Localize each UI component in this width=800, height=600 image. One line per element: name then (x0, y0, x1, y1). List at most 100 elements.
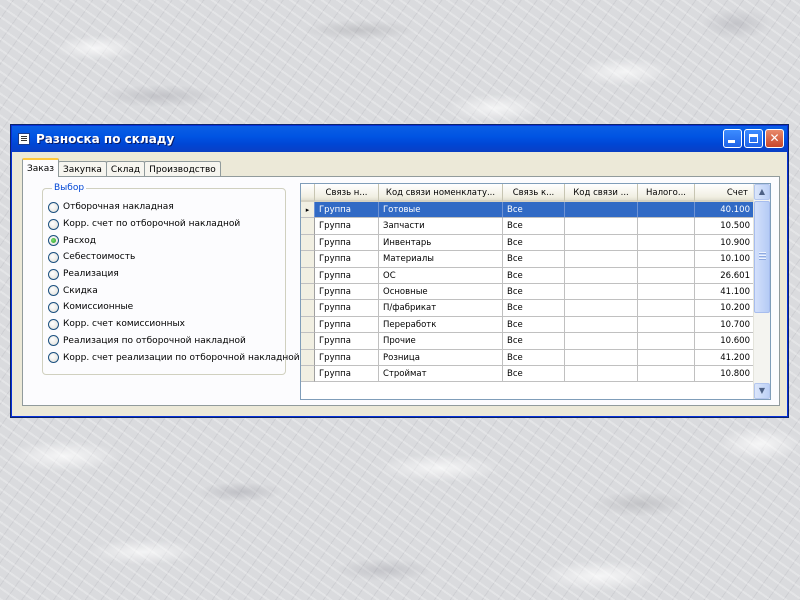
row-header[interactable] (301, 365, 315, 383)
table-cell[interactable] (638, 316, 695, 334)
scrollbar-thumb[interactable] (754, 201, 770, 313)
table-cell[interactable] (638, 234, 695, 252)
tab-order[interactable]: Заказ (22, 158, 60, 177)
scroll-up-button[interactable]: ▲ (754, 184, 770, 200)
table-cell[interactable]: Розница (379, 349, 503, 366)
row-header[interactable] (301, 234, 315, 252)
column-header[interactable]: Код связи ... (565, 184, 638, 202)
radio-button[interactable] (48, 335, 59, 347)
table-row[interactable]: Группа Розница Все 41.200 (301, 349, 755, 366)
table-cell[interactable]: Группа (315, 300, 379, 317)
table-row[interactable]: Группа Прочие Все 10.600 (301, 333, 755, 350)
table-cell[interactable] (565, 333, 638, 350)
table-cell[interactable]: 10.700 (695, 316, 755, 334)
table-cell[interactable] (565, 349, 638, 366)
table-cell[interactable] (565, 218, 638, 235)
column-header[interactable]: Код связи номенклату... (379, 184, 503, 202)
maximize-button[interactable] (744, 129, 763, 148)
table-cell[interactable]: Готовые (379, 202, 503, 219)
radio-button[interactable] (48, 201, 59, 213)
table-cell[interactable]: П/фабрикат (379, 300, 503, 317)
table-cell[interactable] (565, 202, 638, 219)
radio-button[interactable] (48, 301, 59, 313)
table-cell[interactable]: 26.601 (695, 267, 755, 284)
table-cell[interactable]: 10.100 (695, 251, 755, 268)
table-row[interactable]: Группа Строймат Все 10.800 (301, 365, 755, 383)
table-cell[interactable]: Инвентарь (379, 234, 503, 252)
row-header[interactable] (301, 251, 315, 268)
table-cell[interactable] (565, 300, 638, 317)
table-cell[interactable]: Группа (315, 234, 379, 252)
table-cell[interactable]: Все (503, 283, 565, 301)
radio-button[interactable] (48, 285, 59, 297)
table-cell[interactable]: Группа (315, 333, 379, 350)
table-cell[interactable]: Основные (379, 283, 503, 301)
scroll-down-button[interactable]: ▼ (754, 383, 770, 399)
app-icon[interactable] (18, 133, 30, 145)
radio-button[interactable] (48, 318, 59, 330)
table-cell[interactable]: 10.200 (695, 300, 755, 317)
table-cell[interactable]: 41.200 (695, 349, 755, 366)
table-cell[interactable]: Все (503, 300, 565, 317)
radio-option[interactable]: Комиссионные (48, 299, 300, 316)
table-cell[interactable]: Группа (315, 365, 379, 383)
table-cell[interactable]: Строймат (379, 365, 503, 383)
title-bar[interactable]: Разноска по складу ✕ (12, 126, 787, 152)
radio-option[interactable]: Корр. счет комиссионных (48, 316, 300, 333)
radio-option[interactable]: Реализация (48, 266, 300, 283)
vertical-scrollbar[interactable]: ▲ ▼ (753, 184, 770, 399)
table-cell[interactable]: Все (503, 365, 565, 383)
table-cell[interactable]: Все (503, 251, 565, 268)
table-cell[interactable] (565, 267, 638, 284)
table-cell[interactable]: Группа (315, 251, 379, 268)
table-cell[interactable]: 40.100 (695, 202, 755, 219)
radio-option[interactable]: Корр. счет реализации по отборочной накл… (48, 349, 300, 366)
table-row[interactable]: Группа Материалы Все 10.100 (301, 251, 755, 268)
row-header[interactable]: ▸ (301, 202, 315, 219)
table-row[interactable]: Группа Основные Все 41.100 (301, 283, 755, 301)
radio-button[interactable] (48, 251, 59, 263)
column-header[interactable]: Связь к... (503, 184, 565, 202)
table-cell[interactable]: Группа (315, 267, 379, 284)
table-cell[interactable]: Прочие (379, 333, 503, 350)
row-header[interactable] (301, 333, 315, 350)
radio-button[interactable] (48, 218, 59, 230)
table-cell[interactable]: Группа (315, 202, 379, 219)
table-row[interactable]: Группа ОС Все 26.601 (301, 267, 755, 284)
table-cell[interactable]: 10.800 (695, 365, 755, 383)
table-cell[interactable] (638, 251, 695, 268)
radio-option[interactable]: Скидка (48, 282, 300, 299)
row-header[interactable] (301, 218, 315, 235)
table-cell[interactable]: 10.600 (695, 333, 755, 350)
radio-button[interactable] (48, 268, 59, 280)
table-cell[interactable]: Все (503, 349, 565, 366)
table-cell[interactable]: 10.900 (695, 234, 755, 252)
table-cell[interactable] (638, 218, 695, 235)
radio-button[interactable] (48, 352, 59, 364)
table-cell[interactable]: Группа (315, 316, 379, 334)
table-cell[interactable]: 41.100 (695, 283, 755, 301)
table-cell[interactable] (638, 267, 695, 284)
column-header[interactable]: Связь н... (315, 184, 379, 202)
table-cell[interactable] (638, 333, 695, 350)
table-cell[interactable] (638, 202, 695, 219)
radio-option[interactable]: Реализация по отборочной накладной (48, 333, 300, 350)
table-cell[interactable]: Переработк (379, 316, 503, 334)
row-header[interactable] (301, 300, 315, 317)
table-cell[interactable]: Группа (315, 349, 379, 366)
table-cell[interactable]: Все (503, 218, 565, 235)
column-header[interactable]: Налого... (638, 184, 695, 202)
table-cell[interactable] (565, 251, 638, 268)
table-row[interactable]: Группа Запчасти Все 10.500 (301, 218, 755, 235)
table-cell[interactable] (638, 300, 695, 317)
column-header[interactable]: Счет (695, 184, 755, 202)
table-cell[interactable]: Все (503, 267, 565, 284)
table-cell[interactable]: Группа (315, 283, 379, 301)
table-cell[interactable]: Материалы (379, 251, 503, 268)
row-header[interactable] (301, 267, 315, 284)
row-header[interactable] (301, 316, 315, 334)
table-row[interactable]: Группа Инвентарь Все 10.900 (301, 234, 755, 252)
radio-option[interactable]: Себестоимость (48, 249, 300, 266)
table-cell[interactable] (638, 349, 695, 366)
table-cell[interactable] (565, 283, 638, 301)
